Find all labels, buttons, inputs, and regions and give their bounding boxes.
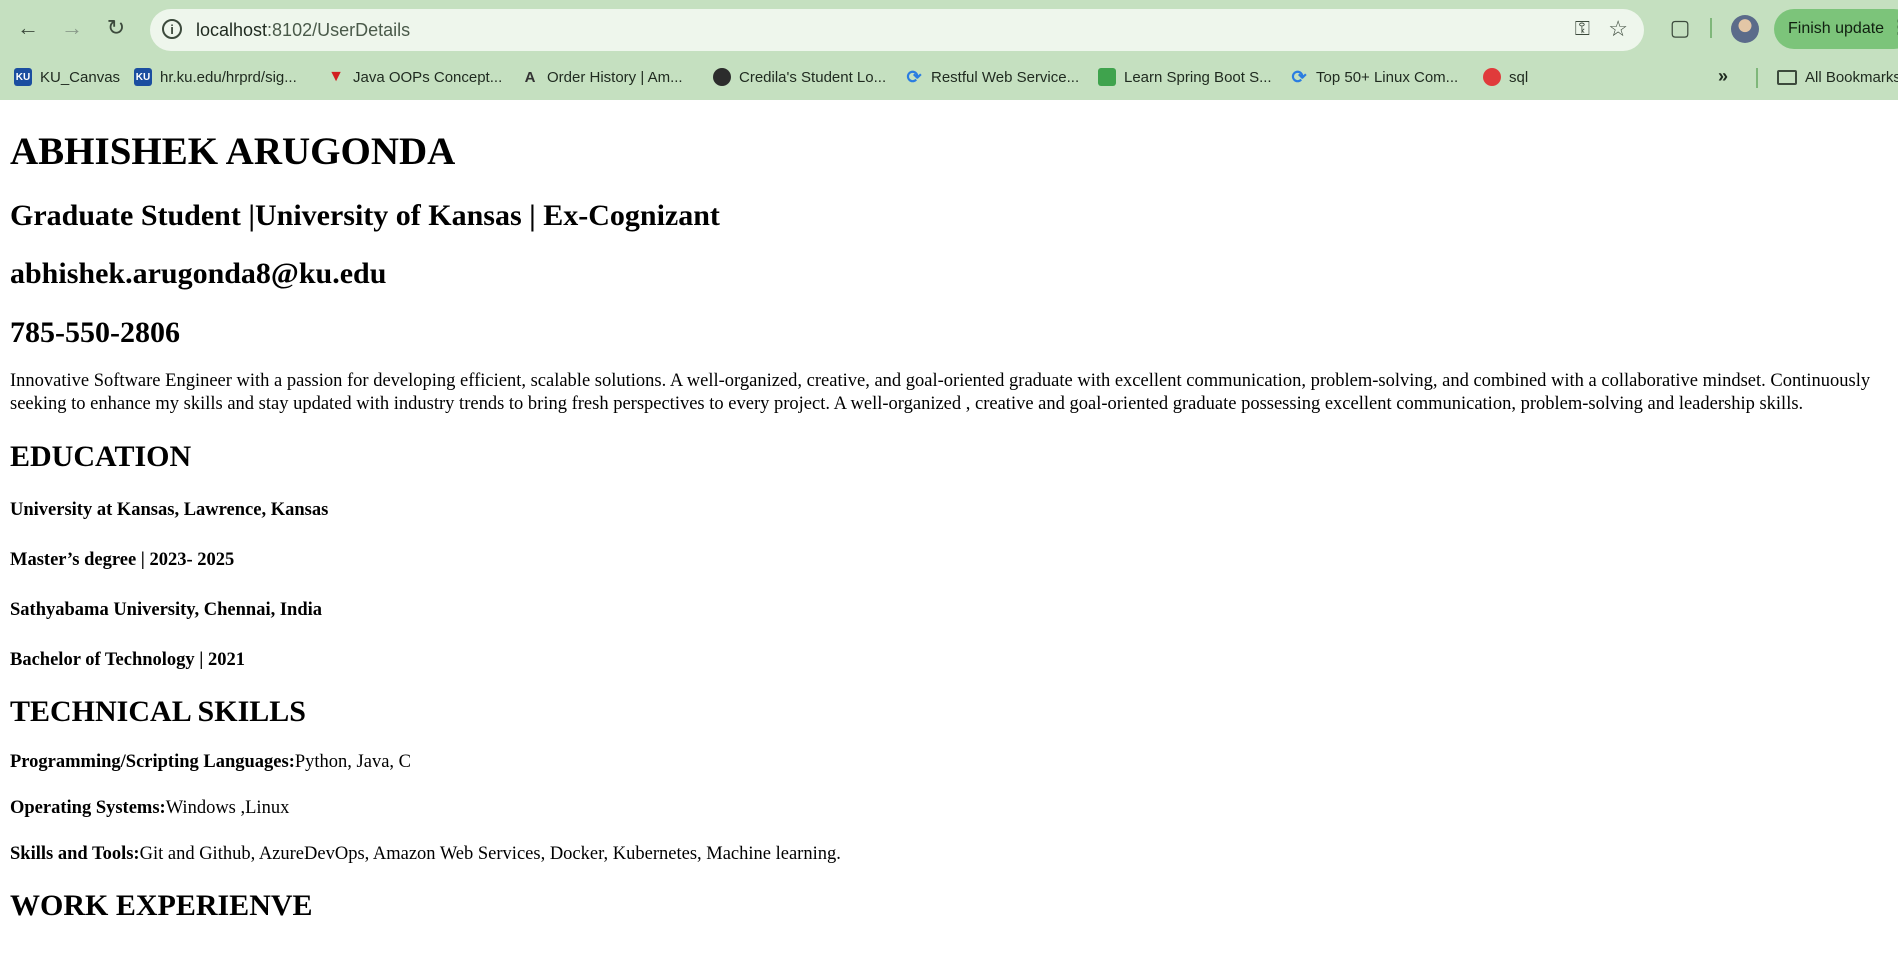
profile-avatar[interactable] [1731, 15, 1759, 43]
bookmark-item[interactable]: ⟳ Top 50+ Linux Com... [1290, 64, 1458, 90]
bookmark-item[interactable]: sql [1483, 64, 1528, 90]
toolbar-divider [1710, 18, 1712, 38]
amazon-icon: A [524, 68, 536, 86]
all-bookmarks-button[interactable]: All Bookmarks [1777, 64, 1898, 90]
bookmark-label: hr.ku.edu/hrprd/sig... [160, 68, 297, 86]
skill-item: Skills and Tools:Git and Github, AzureDe… [10, 843, 1890, 865]
bookmark-label: Top 50+ Linux Com... [1316, 68, 1459, 86]
finish-update-button[interactable]: Finish update ⋮ [1774, 9, 1898, 49]
chevron-double-right-icon[interactable]: » [1718, 66, 1728, 87]
bookmark-label: Learn Spring Boot S... [1124, 68, 1272, 86]
skills-heading: TECHNICAL SKILLS [10, 694, 306, 728]
bookmark-item[interactable]: KU hr.ku.edu/hrprd/sig... [134, 64, 297, 90]
finish-update-label: Finish update [1788, 20, 1885, 37]
skill-item: Operating Systems:Windows ,Linux [10, 797, 1890, 819]
site-info-icon[interactable]: i [162, 19, 182, 39]
address-url[interactable]: localhost:8102/UserDetails [196, 20, 410, 41]
extensions-puzzle-icon[interactable]: ▢ [1664, 12, 1696, 44]
bookmark-label: KU_Canvas [40, 68, 121, 86]
ku-logo-icon: KU [14, 68, 32, 86]
skill-label: Skills and Tools: [10, 844, 140, 865]
globe-icon [713, 68, 731, 86]
skill-label: Operating Systems: [10, 798, 166, 819]
bookmark-item[interactable]: Learn Spring Boot S... [1098, 64, 1272, 90]
red-triangle-icon: ▼ [328, 68, 344, 85]
bookmark-item[interactable]: A Order History | Am... [521, 64, 683, 90]
profile-email: abhishek.arugonda8@ku.edu [10, 257, 387, 291]
education-line: Master’s degree | 2023- 2025 [10, 549, 235, 570]
menu-kebab-icon[interactable]: ⋮ [1890, 17, 1898, 38]
bookmarks-divider [1756, 68, 1758, 88]
browser-toolbar: ← → ↻ i localhost:8102/UserDetails ⚿ ☆ ▢… [0, 0, 1898, 58]
swirl-icon: ⟳ [906, 66, 922, 87]
profile-name: ABHISHEK ARUGONDA [10, 130, 456, 173]
all-bookmarks-label: All Bookmarks [1805, 68, 1898, 86]
profile-summary: Innovative Software Engineer with a pass… [10, 371, 1871, 415]
bookmark-item[interactable]: ⟳ Restful Web Service... [905, 64, 1079, 90]
address-bar[interactable]: i localhost:8102/UserDetails ⚿ ☆ [150, 9, 1644, 51]
education-line: Sathyabama University, Chennai, India [10, 599, 322, 620]
skill-value: Git and Github, AzureDevOps, Amazon Web … [139, 844, 841, 865]
bookmark-label: Order History | Am... [547, 68, 683, 86]
reload-icon[interactable]: ↻ [100, 12, 132, 44]
bookmarks-bar: KU KU_Canvas KU hr.ku.edu/hrprd/sig... ▼… [0, 60, 1898, 94]
user-details-page: ABHISHEK ARUGONDA Graduate Student |Univ… [10, 100, 1890, 924]
browser-chrome: ← → ↻ i localhost:8102/UserDetails ⚿ ☆ ▢… [0, 0, 1898, 100]
forward-arrow-icon[interactable]: → [56, 12, 88, 44]
bookmark-label: Java OOPs Concept... [353, 68, 503, 86]
bookmark-label: sql [1509, 68, 1529, 86]
back-arrow-icon[interactable]: ← [12, 12, 44, 44]
profile-phone: 785-550-2806 [10, 315, 180, 349]
swirl-icon: ⟳ [1291, 66, 1307, 87]
skill-label: Programming/Scripting Languages: [10, 752, 295, 773]
bookmark-star-icon[interactable]: ☆ [1608, 16, 1628, 42]
education-line: Bachelor of Technology | 2021 [10, 649, 245, 670]
bookmark-item[interactable]: KU KU_Canvas [14, 64, 120, 90]
work-experience-heading: WORK EXPERIENVE [10, 889, 313, 923]
url-path: :8102/UserDetails [267, 20, 411, 40]
sql-icon [1483, 68, 1501, 86]
profile-headline: Graduate Student |University of Kansas |… [10, 198, 720, 232]
bookmark-label: Restful Web Service... [931, 68, 1080, 86]
bookmark-item[interactable]: Credila's Student Lo... [713, 64, 886, 90]
password-key-icon[interactable]: ⚿ [1575, 18, 1590, 41]
skill-value: Python, Java, C [294, 752, 412, 773]
skill-value: Windows ,Linux [165, 798, 290, 819]
ku-logo-icon: KU [134, 68, 152, 86]
education-line: University at Kansas, Lawrence, Kansas [10, 499, 329, 520]
url-host: localhost [196, 20, 268, 40]
folder-icon [1777, 69, 1797, 85]
bookmark-item[interactable]: ▼ Java OOPs Concept... [327, 64, 502, 90]
education-heading: EDUCATION [10, 440, 192, 474]
leaf-icon [1098, 68, 1116, 86]
bookmark-label: Credila's Student Lo... [739, 68, 887, 86]
skill-item: Programming/Scripting Languages:Python, … [10, 751, 1890, 773]
